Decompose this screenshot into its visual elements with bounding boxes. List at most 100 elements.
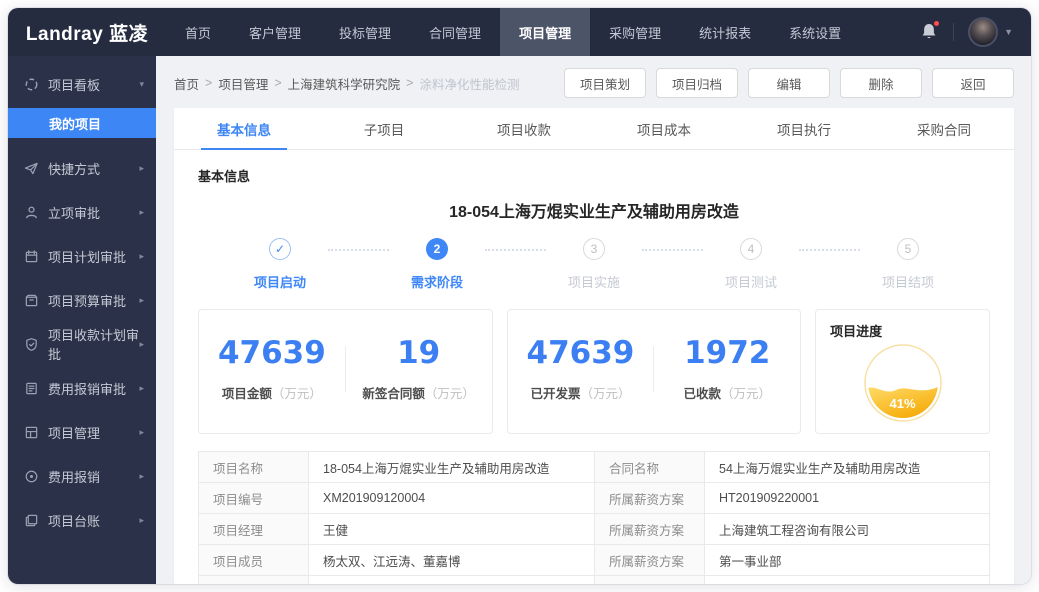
tab-basic-info[interactable]: 基本信息 bbox=[174, 108, 314, 149]
nav-item-customers[interactable]: 客户管理 bbox=[230, 8, 320, 56]
project-title: 18-054上海万焜实业生产及辅助用房改造 bbox=[449, 204, 739, 221]
sidebar-item-label: 快捷方式 bbox=[48, 161, 101, 177]
breadcrumb-institute[interactable]: 上海建筑科学研究院 bbox=[288, 74, 401, 93]
tab-project-cost[interactable]: 项目成本 bbox=[594, 108, 734, 149]
breadcrumb-separator: > bbox=[274, 76, 282, 90]
sidebar-item-my-projects[interactable]: 我的项目 bbox=[8, 108, 156, 138]
target-icon bbox=[24, 469, 39, 484]
step-implementation: 3 项目实施 bbox=[546, 238, 642, 291]
step-number: 3 bbox=[583, 238, 605, 260]
stat-value: 47639 bbox=[217, 335, 326, 371]
sidebar: 项目看板 ▾ 我的项目 快捷方式 ▸ 立项审批 ▸ 项目计划审批 ▸ 项目预算审… bbox=[8, 56, 156, 584]
stat-label: 已收款 bbox=[683, 387, 721, 401]
nav-item-contracts[interactable]: 合同管理 bbox=[410, 8, 500, 56]
delete-button[interactable]: 删除 bbox=[840, 68, 922, 98]
detail-value: 上海建筑工程咨询有限公司 bbox=[704, 513, 990, 545]
chevron-right-icon: ▸ bbox=[139, 294, 144, 305]
nav-item-bidding[interactable]: 投标管理 bbox=[320, 8, 410, 56]
landray-logo: Landray 蓝凌 bbox=[25, 23, 149, 45]
breadcrumb-home[interactable]: 首页 bbox=[174, 74, 199, 93]
breadcrumb-separator: > bbox=[205, 76, 213, 90]
main-content: 首页 > 项目管理 > 上海建筑科学研究院 > 涂料净化性能检测 项目策划 项目… bbox=[156, 56, 1031, 584]
stat-label: 项目金额 bbox=[221, 387, 272, 401]
topbar-right: ▼ bbox=[919, 8, 1031, 56]
sidebar-item-label: 项目管理 bbox=[48, 425, 101, 441]
tab-project-payment[interactable]: 项目收款 bbox=[454, 108, 594, 149]
step-label: 项目启动 bbox=[253, 275, 306, 290]
app-window: Landray 蓝凌 首页 客户管理 投标管理 合同管理 项目管理 采购管理 统… bbox=[8, 8, 1031, 584]
stat-value: 1972 bbox=[684, 335, 771, 371]
edit-button[interactable]: 编辑 bbox=[748, 68, 830, 98]
table-row: 项目编号 XM201909120004 所属薪资方案 HT20190922000… bbox=[198, 482, 990, 514]
document-icon bbox=[24, 381, 39, 396]
step-number: 2 bbox=[426, 238, 448, 260]
sidebar-item-budget-approval[interactable]: 项目预算审批 ▸ bbox=[8, 278, 156, 322]
project-progress-card: 项目进度 41% bbox=[815, 309, 990, 434]
layers-icon bbox=[24, 513, 39, 528]
project-planning-button[interactable]: 项目策划 bbox=[564, 68, 646, 98]
sidebar-item-project-ledger[interactable]: 项目台账 ▸ bbox=[8, 498, 156, 542]
calendar-icon bbox=[24, 249, 39, 264]
stat-value: 47639 bbox=[526, 335, 635, 371]
user-avatar bbox=[968, 17, 999, 47]
sidebar-item-expense-approval[interactable]: 费用报销审批 ▸ bbox=[8, 366, 156, 410]
stat-new-contract-amount: 19 新签合同额（万元） bbox=[346, 335, 492, 402]
stat-unit: （万元） bbox=[720, 387, 771, 401]
stat-card-invoicing: 47639 已开发票（万元） 1972 已收款（万元） bbox=[506, 309, 802, 434]
sidebar-item-label: 项目看板 bbox=[48, 77, 101, 93]
detail-label: 项目名称 bbox=[198, 451, 309, 483]
section-title: 基本信息 bbox=[198, 169, 251, 184]
nav-item-home[interactable]: 首页 bbox=[166, 8, 230, 56]
table-row: 项目成员 杨太双、江远涛、董嘉博 所属薪资方案 第一事业部 bbox=[198, 544, 990, 576]
back-button[interactable]: 返回 bbox=[932, 68, 1014, 98]
detail-value: 54上海万焜实业生产及辅助用房改造 bbox=[704, 451, 990, 483]
tab-purchase-contract[interactable]: 采购合同 bbox=[874, 108, 1014, 149]
stat-received: 1972 已收款（万元） bbox=[654, 335, 800, 402]
notification-bell-button[interactable] bbox=[919, 20, 941, 42]
shield-icon bbox=[24, 337, 39, 352]
detail-value: 进行中 bbox=[308, 575, 595, 584]
detail-label: 项目经理 bbox=[198, 513, 309, 545]
chevron-right-icon: ▸ bbox=[139, 206, 144, 217]
project-archive-button[interactable]: 项目归档 bbox=[656, 68, 738, 98]
sidebar-item-project-management[interactable]: 项目管理 ▸ bbox=[8, 410, 156, 454]
sidebar-item-shortcuts[interactable]: 快捷方式 ▸ bbox=[8, 146, 156, 190]
stat-label: 新签合同额 bbox=[362, 387, 425, 401]
detail-value: 2019-09-04 bbox=[704, 575, 990, 584]
sidebar-item-label: 费用报销审批 bbox=[48, 381, 127, 397]
detail-label: 所属薪资方案 bbox=[594, 482, 705, 514]
user-menu[interactable]: ▼ bbox=[968, 17, 1013, 47]
table-row: 项目名称 18-054上海万焜实业生产及辅助用房改造 合同名称 54上海万焜实业… bbox=[198, 451, 990, 483]
detail-label: 所属薪资方案 bbox=[594, 544, 705, 576]
breadcrumb-project-management[interactable]: 项目管理 bbox=[218, 74, 268, 93]
tab-sub-projects[interactable]: 子项目 bbox=[314, 108, 454, 149]
stat-unit: （万元） bbox=[424, 387, 475, 401]
step-connector bbox=[642, 249, 703, 251]
detail-tabs: 基本信息 子项目 项目收款 项目成本 项目执行 采购合同 bbox=[174, 108, 1014, 150]
detail-label: 项目编号 bbox=[198, 482, 309, 514]
topbar-divider bbox=[953, 23, 955, 41]
chevron-right-icon: ▸ bbox=[139, 470, 144, 481]
nav-item-settings[interactable]: 系统设置 bbox=[770, 8, 860, 56]
detail-value: 第一事业部 bbox=[704, 544, 990, 576]
detail-label: 所属薪资方案 bbox=[594, 513, 705, 545]
paper-plane-icon bbox=[24, 161, 39, 176]
sidebar-item-payment-plan-approval[interactable]: 项目收款计划审批 ▸ bbox=[8, 322, 156, 366]
sidebar-item-project-board[interactable]: 项目看板 ▾ bbox=[8, 62, 156, 106]
sidebar-item-project-approval[interactable]: 立项审批 ▸ bbox=[8, 190, 156, 234]
detail-label: 合同名称 bbox=[594, 451, 705, 483]
detail-label: 项目成员 bbox=[198, 544, 309, 576]
detail-value: XM201909120004 bbox=[308, 482, 595, 514]
detail-label: 所属薪资方案 bbox=[594, 575, 705, 584]
sidebar-item-plan-approval[interactable]: 项目计划审批 ▸ bbox=[8, 234, 156, 278]
stat-project-amount: 47639 项目金额（万元） bbox=[199, 335, 345, 402]
tab-project-execution[interactable]: 项目执行 bbox=[734, 108, 874, 149]
chevron-right-icon: ▸ bbox=[139, 338, 144, 349]
step-connector bbox=[328, 249, 389, 251]
nav-item-procurement[interactable]: 采购管理 bbox=[590, 8, 680, 56]
sidebar-item-expense-reimbursement[interactable]: 费用报销 ▸ bbox=[8, 454, 156, 498]
nav-item-projects[interactable]: 项目管理 bbox=[500, 8, 591, 56]
step-label: 项目测试 bbox=[724, 275, 777, 290]
step-number: 5 bbox=[897, 238, 919, 260]
nav-item-reports[interactable]: 统计报表 bbox=[680, 8, 770, 56]
